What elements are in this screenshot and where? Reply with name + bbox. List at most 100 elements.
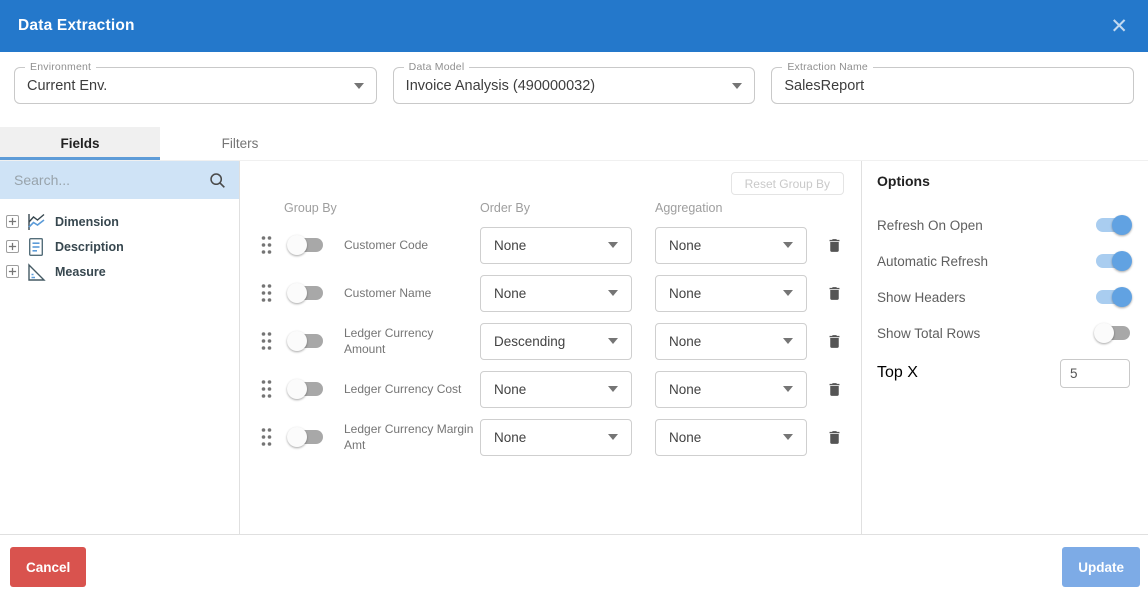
aggregation-select[interactable]: None bbox=[655, 371, 807, 408]
aggregation-column-header: Aggregation bbox=[655, 201, 722, 215]
update-button[interactable]: Update bbox=[1062, 547, 1140, 587]
data-model-label: Data Model bbox=[404, 61, 470, 73]
expand-plus-icon[interactable] bbox=[6, 240, 19, 253]
chevron-down-icon bbox=[608, 386, 618, 392]
tree-item-description[interactable]: Description bbox=[0, 234, 239, 259]
fields-sidebar: Dimension Description bbox=[0, 161, 240, 534]
extraction-name-field[interactable]: Extraction Name SalesReport bbox=[771, 67, 1134, 104]
reset-group-by-button[interactable]: Reset Group By bbox=[731, 172, 844, 195]
options-panel: Options Refresh On Open Automatic Refres… bbox=[862, 161, 1148, 534]
order-by-select[interactable]: None bbox=[480, 371, 632, 408]
group-by-toggle[interactable] bbox=[289, 430, 323, 444]
expand-plus-icon[interactable] bbox=[6, 265, 19, 278]
tree-item-dimension[interactable]: Dimension bbox=[0, 209, 239, 234]
option-row: Automatic Refresh bbox=[877, 243, 1130, 279]
drag-handle-icon[interactable] bbox=[260, 426, 274, 448]
order-by-column-header: Order By bbox=[480, 201, 655, 215]
dialog-footer: Cancel Update bbox=[0, 534, 1148, 599]
extraction-name-value: SalesReport bbox=[784, 78, 864, 94]
option-row: Show Headers bbox=[877, 279, 1130, 315]
option-toggle[interactable] bbox=[1096, 218, 1130, 232]
field-name: Ledger Currency Amount bbox=[344, 325, 474, 357]
order-by-select[interactable]: None bbox=[480, 419, 632, 456]
drag-handle-icon[interactable] bbox=[260, 282, 274, 304]
tree-item-label: Description bbox=[55, 240, 124, 254]
field-row: Customer Name None None bbox=[240, 269, 861, 317]
drag-handle-icon[interactable] bbox=[260, 234, 274, 256]
option-toggle[interactable] bbox=[1096, 326, 1130, 340]
option-label: Automatic Refresh bbox=[877, 254, 988, 269]
group-by-toggle[interactable] bbox=[289, 334, 323, 348]
reset-row: Reset Group By bbox=[240, 172, 861, 195]
option-toggle[interactable] bbox=[1096, 254, 1130, 268]
cancel-button[interactable]: Cancel bbox=[10, 547, 86, 587]
chevron-down-icon bbox=[783, 386, 793, 392]
line-chart-icon bbox=[24, 211, 48, 233]
option-toggle[interactable] bbox=[1096, 290, 1130, 304]
option-label: Show Total Rows bbox=[877, 326, 980, 341]
chevron-down-icon bbox=[354, 83, 364, 89]
top-x-row: Top X bbox=[877, 353, 1130, 393]
search-bar bbox=[0, 161, 239, 199]
order-by-select[interactable]: None bbox=[480, 275, 632, 312]
field-row: Ledger Currency Margin Amt None None bbox=[240, 413, 861, 461]
delete-icon[interactable] bbox=[826, 332, 843, 351]
order-by-select[interactable]: None bbox=[480, 227, 632, 264]
tree-item-label: Measure bbox=[55, 265, 106, 279]
order-by-select[interactable]: Descending bbox=[480, 323, 632, 360]
drag-handle-icon[interactable] bbox=[260, 378, 274, 400]
dialog-titlebar: Data Extraction ✕ bbox=[0, 0, 1148, 52]
drag-handle-icon[interactable] bbox=[260, 330, 274, 352]
tabs: FieldsFilters bbox=[0, 127, 1148, 161]
field-row: Customer Code None None bbox=[240, 221, 861, 269]
option-row: Show Total Rows bbox=[877, 315, 1130, 351]
field-tree: Dimension Description bbox=[0, 199, 239, 284]
chevron-down-icon bbox=[608, 434, 618, 440]
options-heading: Options bbox=[877, 173, 1130, 189]
delete-icon[interactable] bbox=[826, 236, 843, 255]
data-extraction-dialog: Data Extraction ✕ Environment Current En… bbox=[0, 0, 1148, 599]
top-x-input[interactable] bbox=[1060, 359, 1130, 388]
close-icon[interactable]: ✕ bbox=[1110, 16, 1128, 37]
aggregation-select[interactable]: None bbox=[655, 323, 807, 360]
delete-icon[interactable] bbox=[826, 284, 843, 303]
group-by-toggle[interactable] bbox=[289, 382, 323, 396]
environment-select[interactable]: Environment Current Env. bbox=[14, 67, 377, 104]
search-input[interactable] bbox=[14, 172, 208, 188]
aggregation-select[interactable]: None bbox=[655, 419, 807, 456]
dialog-body: Dimension Description bbox=[0, 161, 1148, 534]
tab-filters[interactable]: Filters bbox=[160, 127, 320, 160]
chevron-down-icon bbox=[608, 338, 618, 344]
data-model-value: Invoice Analysis (490000032) bbox=[406, 78, 595, 94]
option-label: Show Headers bbox=[877, 290, 966, 305]
measure-icon bbox=[24, 261, 48, 283]
group-by-toggle[interactable] bbox=[289, 238, 323, 252]
group-by-toggle[interactable] bbox=[289, 286, 323, 300]
tab-fields[interactable]: Fields bbox=[0, 127, 160, 160]
aggregation-select[interactable]: None bbox=[655, 275, 807, 312]
field-name: Ledger Currency Cost bbox=[344, 381, 474, 397]
field-name: Customer Name bbox=[344, 285, 474, 301]
search-icon[interactable] bbox=[208, 171, 227, 190]
chevron-down-icon bbox=[783, 434, 793, 440]
column-headers: Group By Order By Aggregation bbox=[240, 201, 861, 215]
delete-icon[interactable] bbox=[826, 380, 843, 399]
aggregation-select[interactable]: None bbox=[655, 227, 807, 264]
top-x-label: Top X bbox=[877, 364, 918, 382]
chevron-down-icon bbox=[732, 83, 742, 89]
chevron-down-icon bbox=[783, 242, 793, 248]
field-rows: Customer Code None None Customer Name No… bbox=[240, 221, 861, 461]
tree-item-measure[interactable]: Measure bbox=[0, 259, 239, 284]
chevron-down-icon bbox=[608, 290, 618, 296]
data-model-select[interactable]: Data Model Invoice Analysis (490000032) bbox=[393, 67, 756, 104]
expand-plus-icon[interactable] bbox=[6, 215, 19, 228]
group-by-column-header: Group By bbox=[284, 201, 480, 215]
delete-icon[interactable] bbox=[826, 428, 843, 447]
environment-value: Current Env. bbox=[27, 78, 107, 94]
field-row: Ledger Currency Cost None None bbox=[240, 365, 861, 413]
tree-item-label: Dimension bbox=[55, 215, 119, 229]
environment-label: Environment bbox=[25, 61, 96, 73]
top-form-row: Environment Current Env. Data Model Invo… bbox=[0, 52, 1148, 127]
option-toggle-list: Refresh On Open Automatic Refresh Show H… bbox=[877, 207, 1130, 351]
chevron-down-icon bbox=[783, 338, 793, 344]
